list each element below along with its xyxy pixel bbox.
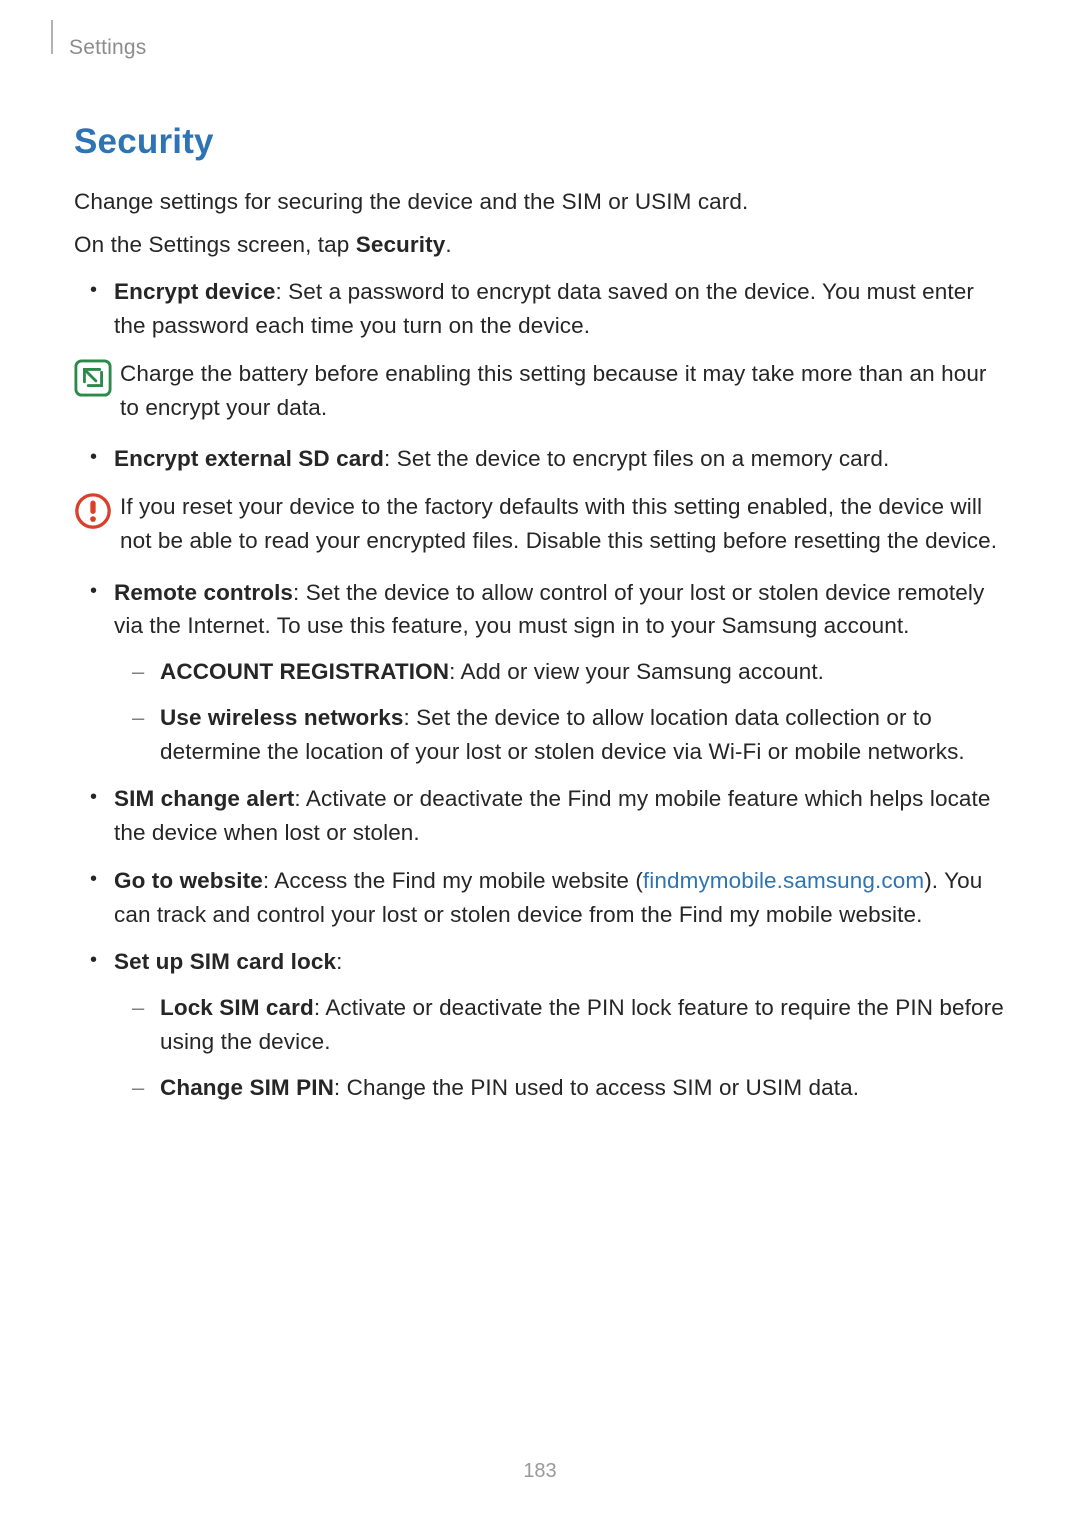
- list-item-go-to-website: Go to website: Access the Find my mobile…: [74, 864, 1006, 932]
- settings-list-3: Remote controls: Set the device to allow…: [74, 576, 1006, 1105]
- list-item-sim-change-alert: SIM change alert: Activate or deactivate…: [74, 782, 1006, 850]
- encrypt-sd-text: : Set the device to encrypt files on a m…: [384, 446, 889, 471]
- warning-callout-1: If you reset your device to the factory …: [74, 490, 1006, 558]
- note-callout-1: Charge the battery before enabling this …: [74, 357, 1006, 425]
- goto-prefix: : Access the Find my mobile website (: [263, 868, 643, 893]
- note-icon: [74, 359, 112, 397]
- list-item-remote-controls: Remote controls: Set the device to allow…: [74, 576, 1006, 769]
- sublist-item-wireless: Use wireless networks: Set the device to…: [114, 701, 1006, 769]
- account-reg-text: : Add or view your Samsung account.: [449, 659, 824, 684]
- remote-sublist: ACCOUNT REGISTRATION: Add or view your S…: [114, 655, 1006, 768]
- change-pin-text: : Change the PIN used to access SIM or U…: [334, 1075, 859, 1100]
- simlock-sublist: Lock SIM card: Activate or deactivate th…: [114, 991, 1006, 1104]
- settings-list-2: Encrypt external SD card: Set the device…: [74, 442, 1006, 476]
- encrypt-device-label: Encrypt device: [114, 279, 275, 304]
- intro2-suffix: .: [445, 232, 451, 257]
- encrypt-sd-label: Encrypt external SD card: [114, 446, 384, 471]
- simlock-label: Set up SIM card lock: [114, 949, 336, 974]
- page-number: 183: [0, 1460, 1080, 1483]
- note-text-1: Charge the battery before enabling this …: [120, 357, 1006, 425]
- change-pin-label: Change SIM PIN: [160, 1075, 334, 1100]
- breadcrumb: Settings: [69, 36, 1006, 60]
- sublist-item-lock-sim: Lock SIM card: Activate or deactivate th…: [114, 991, 1006, 1059]
- list-item-sim-card-lock: Set up SIM card lock: Lock SIM card: Act…: [74, 945, 1006, 1104]
- findmymobile-link[interactable]: findmymobile.samsung.com: [643, 868, 924, 893]
- warning-icon: [74, 492, 112, 530]
- settings-list: Encrypt device: Set a password to encryp…: [74, 275, 1006, 343]
- intro-paragraph-1: Change settings for securing the device …: [74, 186, 1006, 219]
- goto-label: Go to website: [114, 868, 263, 893]
- page-content: Settings Security Change settings for se…: [0, 0, 1080, 1104]
- intro2-prefix: On the Settings screen, tap: [74, 232, 356, 257]
- intro-paragraph-2: On the Settings screen, tap Security.: [74, 229, 1006, 262]
- header-divider: [51, 20, 53, 54]
- warning-text-1: If you reset your device to the factory …: [120, 490, 1006, 558]
- sim-alert-label: SIM change alert: [114, 786, 294, 811]
- sublist-item-change-pin: Change SIM PIN: Change the PIN used to a…: [114, 1071, 1006, 1105]
- section-title-security: Security: [74, 122, 1006, 162]
- simlock-suffix: :: [336, 949, 342, 974]
- list-item-encrypt-sd: Encrypt external SD card: Set the device…: [74, 442, 1006, 476]
- remote-label: Remote controls: [114, 580, 293, 605]
- intro2-bold: Security: [356, 232, 446, 257]
- account-reg-label: ACCOUNT REGISTRATION: [160, 659, 449, 684]
- wireless-label: Use wireless networks: [160, 705, 403, 730]
- sublist-item-account-registration: ACCOUNT REGISTRATION: Add or view your S…: [114, 655, 1006, 689]
- lock-sim-label: Lock SIM card: [160, 995, 314, 1020]
- list-item-encrypt-device: Encrypt device: Set a password to encryp…: [74, 275, 1006, 343]
